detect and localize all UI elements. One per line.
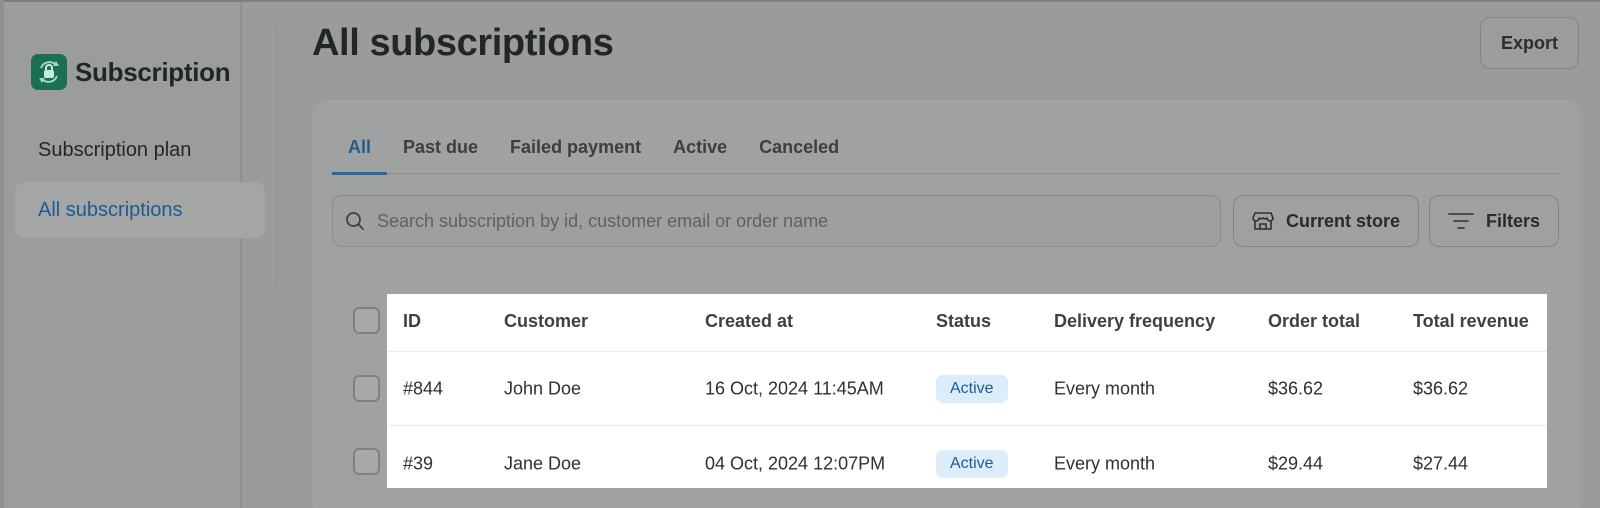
column-header-id[interactable]: ID: [403, 311, 421, 332]
page-title: All subscriptions: [312, 22, 614, 64]
status-badge: Active: [936, 450, 1008, 478]
sidebar-item-subscription-plan[interactable]: Subscription plan: [15, 122, 265, 178]
filters-label: Filters: [1485, 210, 1541, 231]
lock-cycle-icon: [31, 54, 67, 90]
sidebar-item-label: All subscriptions: [38, 198, 183, 221]
cell-created-at: 04 Oct, 2024 12:07PM: [705, 453, 886, 474]
tab-all[interactable]: All: [332, 128, 388, 175]
tab-past-due[interactable]: Past due: [387, 128, 494, 174]
search-field[interactable]: [332, 195, 1221, 247]
column-header-status[interactable]: Status: [936, 311, 991, 332]
status-tabs: All Past due Failed payment Active Cance…: [332, 128, 1560, 175]
sidebar-item-all-subscriptions[interactable]: All subscriptions: [15, 182, 265, 238]
cell-total-revenue: $27.44: [1413, 453, 1469, 474]
filter-lines-icon: [1448, 213, 1474, 229]
tab-canceled[interactable]: Canceled: [743, 128, 855, 174]
tab-failed-payment[interactable]: Failed payment: [494, 128, 657, 174]
cell-customer: Jane Doe: [504, 453, 582, 474]
table-row[interactable]: #844 John Doe 16 Oct, 2024 11:45AM Activ…: [387, 352, 1547, 426]
column-header-total-revenue[interactable]: Total revenue: [1413, 311, 1529, 332]
search-input[interactable]: [377, 210, 1197, 232]
cell-delivery-frequency: Every month: [1054, 453, 1156, 474]
column-header-created-at[interactable]: Created at: [705, 311, 793, 332]
app-name: Subscription: [75, 56, 231, 87]
search-icon: [346, 212, 364, 230]
cell-total-revenue: $36.62: [1413, 378, 1469, 399]
sidebar-divider: [276, 28, 277, 286]
app-logo[interactable]: Subscription: [31, 54, 231, 90]
cell-id: #39: [403, 453, 434, 474]
cell-id: #844: [403, 378, 444, 399]
tab-active[interactable]: Active: [657, 128, 743, 174]
status-badge: Active: [936, 375, 1008, 403]
cell-status: Active: [936, 375, 1008, 403]
column-header-customer[interactable]: Customer: [504, 311, 588, 332]
cell-order-total: $29.44: [1268, 453, 1324, 474]
filters-button[interactable]: Filters: [1429, 195, 1559, 247]
column-header-order-total[interactable]: Order total: [1268, 311, 1360, 332]
current-store-label: Current store: [1285, 210, 1401, 231]
select-all-checkbox[interactable]: [353, 307, 380, 334]
cell-delivery-frequency: Every month: [1054, 378, 1156, 399]
store-icon: [1252, 212, 1274, 230]
cell-created-at: 16 Oct, 2024 11:45AM: [705, 378, 884, 399]
row-checkbox[interactable]: [353, 375, 380, 402]
cell-order-total: $36.62: [1268, 378, 1324, 399]
column-header-delivery-frequency[interactable]: Delivery frequency: [1054, 311, 1215, 332]
subscriptions-table: ID Customer Created at Status Delivery f…: [387, 294, 1547, 488]
current-store-button[interactable]: Current store: [1233, 195, 1419, 247]
table-row[interactable]: #39 Jane Doe 04 Oct, 2024 12:07PM Active…: [387, 426, 1547, 488]
table-header-row: ID Customer Created at Status Delivery f…: [387, 294, 1547, 352]
row-checkbox[interactable]: [353, 448, 380, 475]
cell-customer: John Doe: [504, 378, 582, 399]
sidebar-item-label: Subscription plan: [38, 138, 192, 161]
cell-status: Active: [936, 450, 1008, 478]
export-button[interactable]: Export: [1480, 17, 1579, 69]
